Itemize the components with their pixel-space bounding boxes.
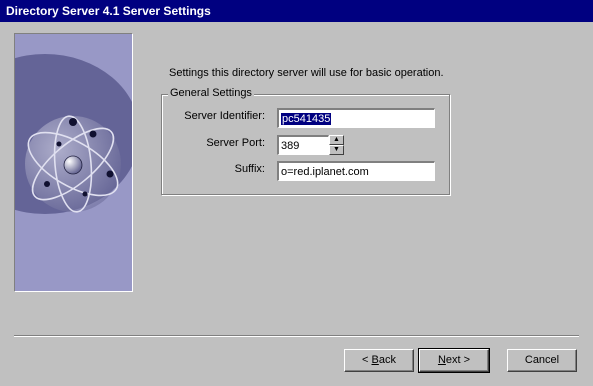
next-rest: ext > (445, 354, 471, 366)
spin-up-icon[interactable]: ▲ (329, 135, 344, 145)
server-port-label: Server Port: (206, 137, 265, 149)
back-rest: ack (378, 354, 396, 366)
server-port-spinner[interactable]: ▲ ▼ (329, 135, 344, 155)
back-button[interactable]: < Back (344, 349, 414, 372)
back-prefix: < (362, 354, 372, 366)
back-mnemonic: B (371, 354, 379, 366)
intro-text: Settings this directory server will use … (169, 67, 444, 79)
wizard-illustration (14, 33, 133, 292)
server-port-input[interactable]: 389 (277, 135, 329, 155)
cancel-label: Cancel (524, 354, 560, 366)
title-bar[interactable]: Directory Server 4.1 Server Settings (0, 0, 593, 22)
group-title: General Settings (168, 87, 254, 99)
spin-down-icon[interactable]: ▼ (329, 145, 344, 155)
next-button[interactable]: Next > (418, 348, 490, 373)
setup-dialog: Directory Server 4.1 Server Settings Set… (0, 0, 593, 386)
server-port-value: 389 (281, 140, 300, 152)
server-identifier-value: pc541435 (281, 113, 332, 125)
suffix-value: o=red.iplanet.com (281, 166, 369, 178)
server-identifier-label: Server Identifier: (184, 110, 265, 122)
next-mnemonic: N (437, 354, 446, 366)
suffix-label: Suffix: (234, 163, 265, 175)
window-title: Directory Server 4.1 Server Settings (6, 4, 211, 18)
separator (14, 335, 579, 337)
atom-illustration-icon (15, 34, 132, 291)
cancel-button[interactable]: Cancel (507, 349, 577, 372)
server-identifier-input[interactable]: pc541435 (277, 108, 435, 128)
suffix-input[interactable]: o=red.iplanet.com (277, 161, 435, 181)
